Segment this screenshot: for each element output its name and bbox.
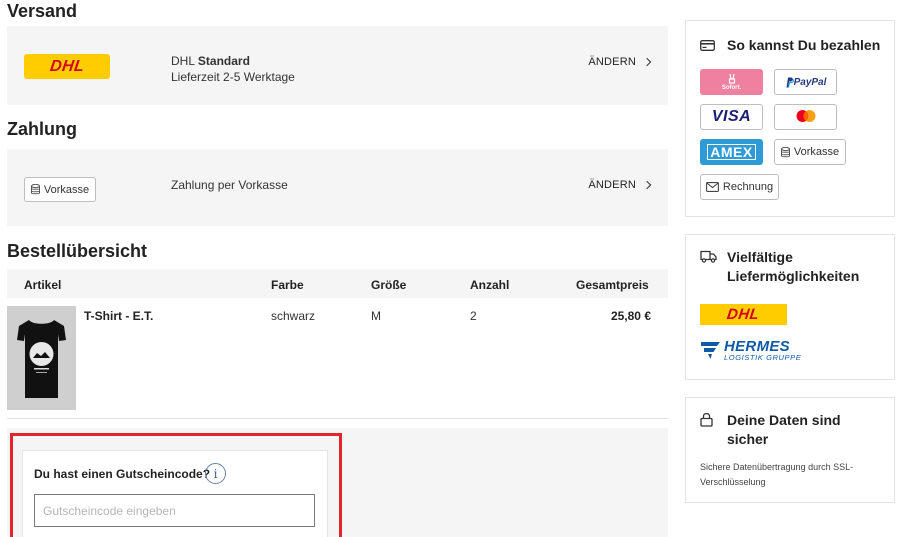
product-name[interactable]: T-Shirt - E.T. [84, 309, 153, 323]
order-title: Bestellübersicht [7, 241, 148, 261]
hermes-wing-icon [701, 342, 720, 359]
mastercard-icon [796, 110, 815, 122]
sofort-badge: Sofort. [700, 69, 763, 95]
envelope-icon [705, 182, 719, 192]
payment-panel [7, 149, 668, 226]
payment-methods-card: So kannst Du bezahlen Sofort. PayPal VIS… [685, 20, 895, 217]
column-header-total: Gesamtpreis [576, 278, 649, 292]
hermes-sublabel: LOGISTIK GRUPPE [724, 353, 802, 362]
order-divider [7, 418, 668, 419]
mastercard-badge [774, 104, 837, 130]
truck-icon [700, 250, 717, 263]
voucher-code-input[interactable] [34, 494, 315, 527]
credit-card-icon [700, 40, 715, 51]
delivery-options-title: Vielfältige Liefermöglichkeiten [727, 248, 859, 286]
amex-label: AMEX [707, 144, 756, 160]
hermes-logo: HERMES LOGISTIK GRUPPE [700, 337, 810, 365]
dhl-delivery-logo: DHL [700, 304, 787, 325]
shipping-carrier: DHL [171, 54, 195, 68]
vorkasse-label: Vorkasse [793, 146, 840, 158]
security-text-line1: Sichere Datenübertragung durch SSL- [700, 462, 854, 472]
visa-badge: VISA [700, 104, 763, 130]
payment-description: Zahlung per Vorkasse [171, 178, 288, 192]
payment-title: Zahlung [7, 119, 77, 139]
visa-label: VISA [711, 108, 752, 125]
delivery-title-line2: Liefermöglichkeiten [727, 268, 860, 284]
payment-method-badge-label: Vorkasse [43, 183, 90, 196]
shipping-change-label: ÄNDERN [588, 56, 636, 68]
column-header-color: Farbe [271, 278, 304, 292]
tshirt-image [7, 306, 76, 410]
rechnung-badge: Rechnung [700, 174, 779, 200]
product-total: 25,80 € [610, 309, 651, 323]
order-table-header [7, 269, 668, 298]
payment-change-label: ÄNDERN [588, 179, 636, 191]
product-size: M [371, 309, 381, 323]
shipping-change-button[interactable]: ÄNDERN [588, 56, 652, 68]
lock-icon [700, 412, 713, 427]
sofort-label: Sofort. [721, 85, 742, 91]
column-header-size: Größe [371, 278, 407, 292]
product-quantity: 2 [470, 309, 477, 323]
dhl-logo: DHL [24, 54, 110, 79]
info-glyph: i [213, 466, 218, 481]
delivery-title-line1: Vielfältige [727, 249, 793, 265]
rechnung-label: Rechnung [722, 181, 774, 193]
chevron-right-icon [642, 57, 652, 67]
delivery-options-card: Vielfältige Liefermöglichkeiten DHL HERM… [685, 234, 895, 380]
paypal-label: PayPal [793, 76, 827, 88]
chevron-right-icon [642, 180, 652, 190]
security-title-line2: sicher [727, 431, 769, 447]
shipping-method-name: Standard [197, 54, 250, 68]
voucher-label: Du hast einen Gutscheincode? [34, 467, 211, 481]
payment-change-button[interactable]: ÄNDERN [588, 179, 652, 191]
payment-methods-title: So kannst Du bezahlen [727, 37, 881, 53]
shipping-method: DHL Standard Lieferzeit 2-5 Werktage [171, 53, 295, 85]
column-header-article: Artikel [24, 278, 62, 292]
data-security-card: Deine Daten sind sicher Sichere Datenübe… [685, 397, 895, 503]
database-icon [780, 146, 790, 158]
security-title-line1: Deine Daten sind [727, 412, 841, 428]
amex-badge: AMEX [700, 139, 763, 165]
info-icon[interactable]: i [205, 463, 226, 484]
paypal-badge: PayPal [774, 69, 837, 95]
security-text-line2: Verschlüsselung [700, 477, 766, 487]
shipping-title: Versand [7, 1, 78, 21]
product-color: schwarz [271, 309, 316, 323]
paypal-icon [786, 77, 794, 88]
vorkasse-badge: Vorkasse [774, 139, 846, 165]
data-security-title: Deine Daten sind sicher [727, 411, 841, 449]
database-icon [30, 184, 40, 195]
product-image[interactable] [7, 306, 76, 410]
data-security-text: Sichere Datenübertragung durch SSL- Vers… [700, 460, 880, 490]
payment-method-badge: Vorkasse [24, 177, 96, 202]
victory-hand-icon [728, 73, 735, 84]
column-header-quantity: Anzahl [470, 278, 510, 292]
shipping-delivery-time: Lieferzeit 2-5 Werktage [171, 70, 295, 84]
